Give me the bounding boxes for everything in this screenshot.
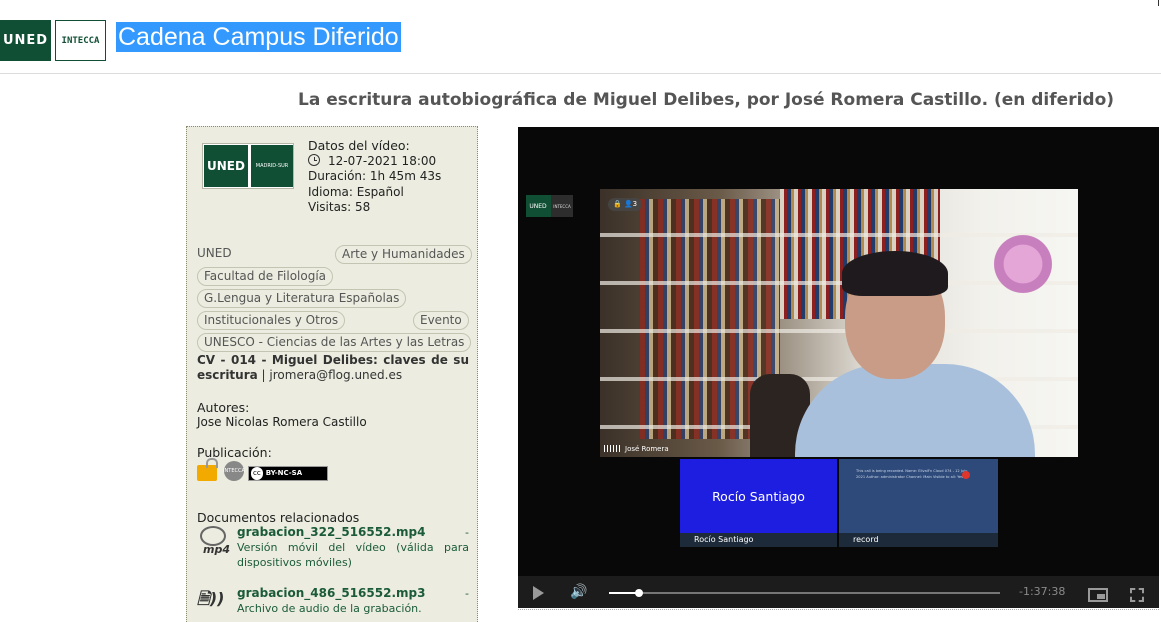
video-description: CV - 014 - Miguel Delibes: claves de su … (197, 353, 469, 383)
authors-value: Jose Nicolas Romera Castillo (197, 415, 367, 429)
seek-bar[interactable] (609, 589, 1000, 597)
tag-list: UNED Arte y Humanidades Facultad de Filo… (197, 245, 472, 355)
player-watermark-logo: UNED INTECCA (526, 195, 573, 217)
related-docs-label: Documentos relacionados (197, 510, 360, 525)
video-details: Datos del vídeo: 12-07-2021 18:00 Duraci… (308, 138, 441, 216)
divider (518, 609, 1159, 610)
channel-logo-left: UNED (204, 145, 248, 187)
participant-tile-rocio: Rocío Santiago Rocío Santiago (680, 459, 837, 547)
record-indicator-icon (962, 471, 970, 479)
participant-caption: Rocío Santiago (680, 533, 837, 547)
view-count: Visitas: 58 (308, 200, 371, 214)
record-notes: This call is being recorded. Name: Eliva… (856, 469, 968, 479)
site-header: UNED INTECCA Cadena Campus Diferido (0, 0, 1161, 74)
tag-facultad-filologia[interactable]: Facultad de Filología (197, 267, 334, 286)
divider (1158, 0, 1159, 6)
description-rest: | jromera@flog.uned.es (257, 368, 403, 382)
authors-label: Autores: (197, 400, 250, 415)
picture-in-picture-icon[interactable] (1088, 588, 1108, 602)
page-title: La escritura autobiográfica de Miguel De… (298, 90, 1115, 110)
site-title[interactable]: Cadena Campus Diferido (116, 22, 401, 52)
tag-arte-humanidades[interactable]: Arte y Humanidades (335, 245, 472, 264)
volume-icon[interactable]: 🔊 (570, 584, 588, 600)
stamp-icon: INTECCA (223, 461, 245, 481)
tag-uned[interactable]: UNED (197, 246, 232, 260)
fullscreen-icon[interactable] (1130, 588, 1144, 602)
clock-icon (308, 153, 320, 166)
video-player[interactable]: UNED INTECCA 🔒 👤3 José Romera Rocío Sant… (518, 127, 1159, 608)
open-lock-icon (197, 458, 218, 481)
duration: Duración: 1h 45m 43s (308, 169, 442, 183)
mp4-download-link[interactable]: grabacion_322_516552.mp4 (237, 525, 425, 539)
language: Idioma: Español (308, 184, 404, 199)
audio-file-icon: 🗎)) (197, 589, 225, 608)
video-file-icon: mp4 (197, 525, 233, 559)
cc-mark: cc (251, 467, 263, 480)
mp3-download-link[interactable]: grabacion_486_516552.mp3 (237, 586, 425, 600)
tag-evento[interactable]: Evento (413, 311, 469, 330)
speaker-name-label: José Romera (604, 445, 669, 453)
play-icon[interactable] (533, 586, 544, 600)
audio-level-icon (604, 445, 622, 452)
record-caption: record (839, 533, 998, 547)
license-text: BY-NC-SA (265, 469, 303, 477)
orchid-plant (978, 219, 1068, 309)
player-controls: 🔊 -1:37:38 (518, 576, 1159, 608)
intecca-logo[interactable]: INTECCA (55, 20, 106, 61)
video-info-panel: UNED MADRID-SUR Datos del vídeo: 12-07-2… (186, 126, 478, 622)
date-row: 12-07-2021 18:00 (308, 153, 441, 170)
tag-grado-lengua[interactable]: G.Lengua y Literatura Españolas (197, 289, 407, 308)
speaker-hair (842, 251, 948, 296)
channel-logo-right: MADRID-SUR (251, 145, 293, 187)
cc-license-badge[interactable]: cc BY-NC-SA (248, 466, 328, 481)
doc-text: grabacion_322_516552.mp4 - Versión móvil… (237, 525, 469, 570)
date-value: 12-07-2021 18:00 (328, 153, 437, 168)
tag-institucionales[interactable]: Institucionales y Otros (197, 311, 346, 330)
time-remaining: -1:37:38 (1019, 585, 1066, 598)
participants-badge: 🔒 👤3 (608, 198, 643, 211)
uned-logo[interactable]: UNED (0, 20, 51, 61)
main-speaker-feed: 🔒 👤3 José Romera (600, 189, 1078, 457)
tag-unesco[interactable]: UNESCO - Ciencias de las Artes y las Let… (197, 333, 472, 352)
channel-logo[interactable]: UNED MADRID-SUR (202, 143, 294, 189)
participant-name-big: Rocío Santiago (712, 489, 805, 504)
seek-bar-handle[interactable] (635, 589, 644, 597)
record-tile: This call is being recorded. Name: Eliva… (839, 459, 998, 547)
doc-text: grabacion_486_516552.mp3 - Archivo de au… (237, 586, 469, 616)
details-label: Datos del vídeo: (308, 138, 410, 153)
